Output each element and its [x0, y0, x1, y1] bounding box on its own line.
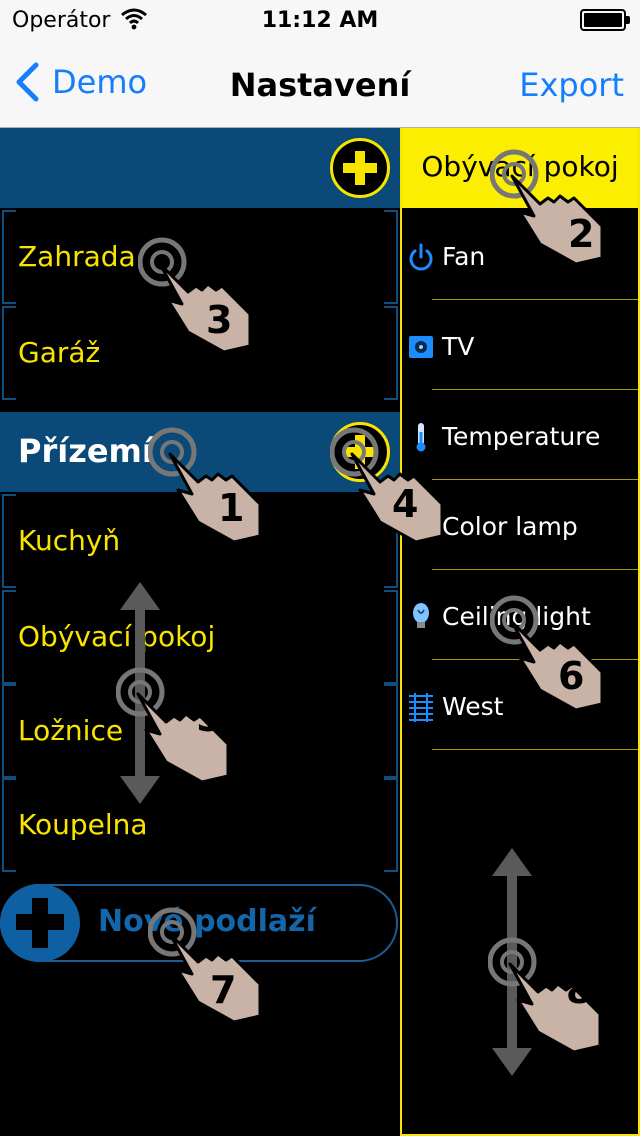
back-button[interactable]: Demo — [14, 62, 147, 102]
device-item-color-lamp[interactable]: Color lamp — [402, 480, 638, 570]
device-item-ceiling-light[interactable]: Ceiling light — [402, 570, 638, 660]
device-item-temperature[interactable]: Temperature — [402, 390, 638, 480]
room-label: Zahrada — [18, 240, 136, 273]
lightbulb-icon — [413, 603, 429, 628]
room-label: Ložnice — [18, 714, 124, 747]
chevron-left-icon — [16, 62, 39, 102]
device-item-west[interactable]: West — [402, 660, 638, 750]
floor-header-prizemi[interactable]: Přízemí — [0, 412, 400, 492]
device-label: Ceiling light — [442, 602, 591, 631]
room-label: Kuchyň — [18, 524, 121, 557]
status-time: 11:12 AM — [261, 8, 379, 33]
add-room-button[interactable] — [330, 138, 390, 198]
blinds-icon — [409, 693, 433, 722]
room-label: Garáž — [18, 336, 101, 369]
device-item-fan[interactable]: Fan — [402, 210, 638, 300]
device-label: Temperature — [442, 422, 601, 451]
floor-header[interactable] — [0, 128, 400, 208]
selected-room-title: Obývací pokoj — [421, 150, 619, 183]
new-floor-button[interactable]: Nové podlaží — [0, 884, 398, 962]
room-item-loznice[interactable]: Ložnice — [0, 684, 400, 778]
selected-room-header[interactable]: Obývací pokoj — [402, 128, 638, 208]
lightbulb-icon — [413, 513, 429, 538]
room-item-obyvaci-pokoj[interactable]: Obývací pokoj — [0, 590, 400, 684]
room-label: Obývací pokoj — [18, 620, 216, 653]
power-icon — [409, 243, 433, 271]
plus-icon — [0, 884, 80, 962]
navigation-bar: Demo Nastavení Export — [0, 40, 640, 128]
add-room-button[interactable] — [330, 422, 390, 482]
device-label: West — [442, 692, 504, 721]
export-button[interactable]: Export — [519, 66, 624, 104]
room-item-kuchyn[interactable]: Kuchyň — [0, 494, 400, 588]
back-button-label: Demo — [52, 63, 148, 101]
device-label: Color lamp — [442, 512, 578, 541]
room-label: Koupelna — [18, 808, 148, 841]
device-label: TV — [442, 332, 475, 361]
status-bar: Operátor 11:12 AM — [0, 0, 640, 40]
room-item-zahrada[interactable]: Zahrada — [0, 210, 400, 304]
devices-panel: Obývací pokoj Fan TV Temperature Color l… — [400, 128, 640, 1136]
device-item-tv[interactable]: TV — [402, 300, 638, 390]
battery-icon — [580, 9, 630, 31]
new-floor-label: Nové podlaží — [98, 904, 316, 939]
floor-label: Přízemí — [18, 432, 153, 470]
room-item-garaz[interactable]: Garáž — [0, 306, 400, 400]
device-label: Fan — [442, 242, 486, 271]
room-item-koupelna[interactable]: Koupelna — [0, 778, 400, 872]
thermometer-icon — [416, 423, 426, 452]
tv-icon — [409, 336, 433, 358]
floors-list: Zahrada Garáž Přízemí Kuchyň Obývací pok… — [0, 128, 400, 1136]
